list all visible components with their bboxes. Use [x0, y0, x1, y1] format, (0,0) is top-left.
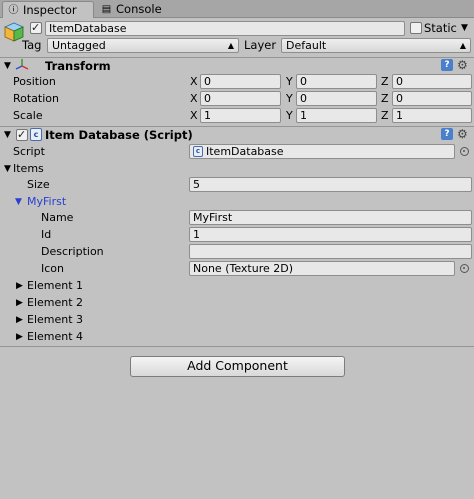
id-label: Id: [41, 228, 52, 241]
rotation-x-input[interactable]: 0: [200, 91, 281, 106]
axis-z-label: Z: [381, 75, 389, 88]
script-object-field[interactable]: c ItemDatabase: [189, 144, 455, 159]
transform-icon: [14, 57, 30, 73]
position-z-input[interactable]: 0: [392, 74, 472, 89]
object-picker-icon[interactable]: [460, 264, 469, 273]
position-y-input[interactable]: 0: [296, 74, 377, 89]
axis-x-label: X: [190, 92, 198, 105]
position-x-input[interactable]: 0: [200, 74, 281, 89]
position-label: Position: [13, 75, 56, 88]
scale-x-input[interactable]: 1: [200, 108, 281, 123]
dropdown-arrows-icon: ▲: [227, 41, 234, 50]
element-foldout[interactable]: Element 3: [27, 312, 83, 327]
layer-label: Layer: [244, 38, 277, 52]
axis-x-label: X: [190, 75, 198, 88]
rotation-y-input[interactable]: 0: [296, 91, 377, 106]
component-title: Item Database (Script): [45, 128, 193, 142]
script-icon: c: [30, 128, 42, 141]
rotation-z-input[interactable]: 0: [392, 91, 472, 106]
tab-inspector[interactable]: ⓘ Inspector: [2, 1, 94, 18]
static-checkbox[interactable]: [410, 22, 422, 34]
foldout-open-icon[interactable]: ▼: [4, 164, 11, 174]
axis-y-label: Y: [286, 109, 293, 122]
axis-y-label: Y: [286, 75, 293, 88]
element-foldout[interactable]: Element 2: [27, 295, 83, 310]
axis-y-label: Y: [286, 92, 293, 105]
icon-label: Icon: [41, 262, 64, 275]
rotation-label: Rotation: [13, 92, 60, 105]
foldout-open-icon[interactable]: ▼: [4, 130, 11, 140]
tag-label: Tag: [22, 38, 42, 52]
section-divider: [0, 346, 474, 347]
scale-label: Scale: [13, 109, 43, 122]
component-enabled-checkbox[interactable]: [16, 128, 28, 141]
element-foldout[interactable]: Element 4: [27, 329, 83, 344]
element-0-foldout[interactable]: MyFirst: [27, 194, 66, 209]
scale-z-input[interactable]: 1: [392, 108, 472, 123]
foldout-closed-icon[interactable]: ▶: [16, 281, 23, 291]
gear-icon[interactable]: ⚙: [457, 128, 468, 140]
script-value: ItemDatabase: [206, 145, 284, 158]
dropdown-arrows-icon: ▲: [459, 41, 466, 50]
static-label: Static: [424, 21, 457, 35]
help-icon[interactable]: ?: [441, 59, 453, 71]
axis-z-label: Z: [381, 92, 389, 105]
foldout-closed-icon[interactable]: ▶: [16, 332, 23, 342]
script-icon: c: [193, 146, 203, 157]
tab-label: Inspector: [23, 3, 77, 17]
help-icon[interactable]: ?: [441, 128, 453, 140]
foldout-closed-icon[interactable]: ▶: [16, 298, 23, 308]
gear-icon[interactable]: ⚙: [457, 59, 468, 71]
layer-dropdown[interactable]: Default ▲: [281, 38, 471, 53]
axis-z-label: Z: [381, 109, 389, 122]
object-name-input[interactable]: ItemDatabase: [45, 21, 405, 36]
info-icon: ⓘ: [8, 5, 19, 16]
size-input[interactable]: 5: [189, 177, 472, 192]
foldout-open-icon[interactable]: ▼: [15, 197, 22, 207]
object-picker-icon[interactable]: [460, 147, 469, 156]
add-component-button[interactable]: Add Component: [130, 356, 345, 377]
script-label: Script: [13, 145, 45, 158]
scale-y-input[interactable]: 1: [296, 108, 377, 123]
description-input[interactable]: [189, 244, 472, 259]
element-foldout[interactable]: Element 1: [27, 278, 83, 293]
items-label[interactable]: Items: [13, 161, 44, 176]
foldout-closed-icon[interactable]: ▶: [16, 315, 23, 325]
tag-dropdown[interactable]: Untagged ▲: [47, 38, 239, 53]
description-label: Description: [41, 245, 104, 258]
id-input[interactable]: 1: [189, 227, 472, 242]
chevron-down-icon[interactable]: ▼: [461, 21, 468, 36]
tag-value: Untagged: [52, 39, 106, 52]
foldout-open-icon[interactable]: ▼: [4, 61, 11, 71]
console-icon: ▤: [101, 4, 112, 15]
tab-console[interactable]: ▤ Console: [96, 1, 166, 18]
name-label: Name: [41, 211, 74, 224]
size-label: Size: [27, 178, 50, 191]
component-title: Transform: [45, 59, 111, 73]
axis-x-label: X: [190, 109, 198, 122]
icon-object-field[interactable]: None (Texture 2D): [189, 261, 455, 276]
active-checkbox[interactable]: [30, 21, 42, 34]
tab-label: Console: [116, 2, 162, 16]
layer-value: Default: [286, 39, 327, 52]
name-input[interactable]: MyFirst: [189, 210, 472, 225]
